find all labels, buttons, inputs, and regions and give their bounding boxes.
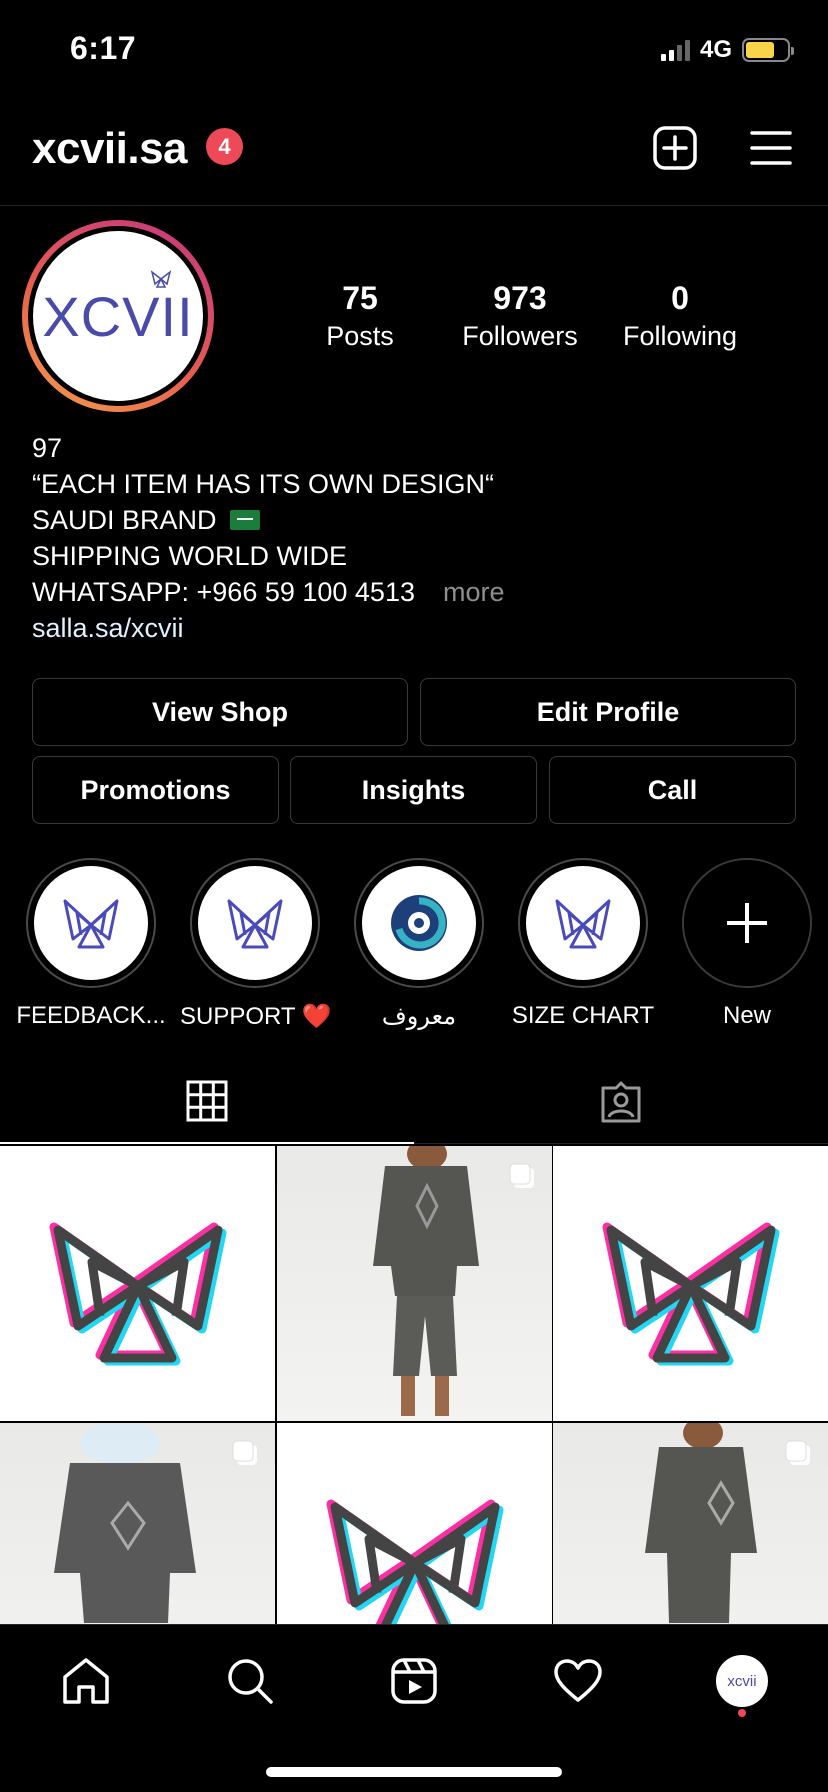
highlight-label: FEEDBACK... bbox=[16, 1002, 166, 1029]
nav-reels[interactable] bbox=[384, 1651, 444, 1711]
promotions-button[interactable]: Promotions bbox=[32, 756, 279, 824]
home-indicator[interactable] bbox=[266, 1767, 562, 1777]
nav-activity[interactable] bbox=[548, 1651, 608, 1711]
bio-more-link[interactable]: more bbox=[443, 577, 505, 607]
signal-icon bbox=[660, 39, 690, 61]
highlight-label: معروف bbox=[381, 1003, 457, 1030]
new-post-icon[interactable] bbox=[652, 125, 698, 171]
highlight-feedback[interactable]: FEEDBACK... bbox=[16, 858, 166, 1030]
highlight-size-chart[interactable]: SIZE CHART bbox=[508, 858, 658, 1030]
avatar-image: XCVII bbox=[33, 231, 203, 401]
battery-icon bbox=[742, 38, 794, 62]
menu-icon[interactable] bbox=[750, 129, 792, 167]
highlight-label: New bbox=[722, 1002, 771, 1029]
maroof-logo-icon bbox=[391, 895, 447, 951]
profile-tabs bbox=[0, 1060, 828, 1144]
bio-line: SHIPPING WORLD WIDE bbox=[32, 541, 348, 571]
butterfly-graphic bbox=[326, 1499, 504, 1624]
profile-stats: 75 Posts 973 Followers 0 Following bbox=[280, 280, 800, 352]
avatar-brand-text: XCVII bbox=[42, 284, 194, 348]
butterfly-graphic bbox=[602, 1222, 780, 1366]
bio-text: WHATSAPP: +966 59 100 4513 bbox=[32, 577, 415, 607]
post-thumbnail[interactable] bbox=[553, 1423, 828, 1624]
plus-icon bbox=[727, 903, 767, 943]
profile-bio: 97 “EACH ITEM HAS ITS OWN DESIGN“ SAUDI … bbox=[32, 430, 802, 646]
highlight-label: SIZE CHART bbox=[511, 1002, 655, 1029]
status-indicators: 4G bbox=[660, 36, 794, 64]
profile-name: 97 bbox=[32, 433, 63, 463]
post-thumbnail[interactable] bbox=[277, 1146, 552, 1421]
view-shop-button[interactable]: View Shop bbox=[32, 678, 408, 746]
highlight-label: SUPPORT ❤️ bbox=[180, 1003, 330, 1030]
account-switcher[interactable]: xcvii.sa bbox=[32, 124, 188, 174]
profile-avatar-icon: xcvii bbox=[716, 1655, 768, 1707]
reels-icon bbox=[391, 1658, 437, 1704]
stat-label: Followers bbox=[462, 321, 578, 351]
status-bar: 6:17 4G bbox=[0, 0, 828, 100]
nav-home[interactable] bbox=[56, 1651, 116, 1711]
butterfly-graphic bbox=[49, 1222, 227, 1366]
insights-button[interactable]: Insights bbox=[290, 756, 537, 824]
stat-followers[interactable]: 973 Followers bbox=[440, 280, 600, 352]
stat-number: 0 bbox=[671, 280, 689, 316]
saudi-flag-icon bbox=[230, 509, 261, 530]
call-button[interactable]: Call bbox=[549, 756, 796, 824]
profile-header: xcvii.sa 4 bbox=[0, 100, 828, 206]
nav-profile[interactable]: xcvii bbox=[712, 1651, 772, 1711]
search-icon bbox=[228, 1659, 273, 1704]
carousel-icon bbox=[509, 1163, 534, 1188]
stat-label: Posts bbox=[326, 321, 394, 351]
post-thumbnail[interactable] bbox=[0, 1146, 275, 1421]
butterfly-logo-icon bbox=[150, 270, 172, 288]
tab-posts-grid[interactable] bbox=[0, 1060, 414, 1144]
new-highlight-button[interactable]: New bbox=[672, 858, 822, 1030]
post-thumbnail[interactable] bbox=[553, 1146, 828, 1421]
edit-profile-button[interactable]: Edit Profile bbox=[420, 678, 796, 746]
post-thumbnail[interactable] bbox=[277, 1423, 552, 1624]
bio-line-brand: SAUDI BRAND bbox=[32, 502, 802, 538]
stat-label: Following bbox=[622, 321, 738, 351]
nav-avatar-text: xcvii bbox=[727, 1672, 757, 1690]
activity-dot bbox=[738, 1709, 746, 1717]
posts-grid bbox=[0, 1146, 828, 1624]
carousel-icon bbox=[785, 1440, 810, 1465]
post-thumbnail[interactable] bbox=[0, 1423, 275, 1624]
status-time: 6:17 bbox=[70, 30, 137, 66]
home-icon bbox=[63, 1658, 109, 1704]
carousel-icon bbox=[232, 1440, 257, 1465]
profile-avatar[interactable]: XCVII bbox=[22, 220, 214, 412]
highlight-support[interactable]: SUPPORT ❤️ bbox=[180, 858, 330, 1031]
grid-icon bbox=[186, 1080, 228, 1122]
website-link[interactable]: salla.sa/xcvii bbox=[32, 610, 802, 646]
butterfly-logo-icon bbox=[227, 899, 283, 949]
bottom-navigation: xcvii bbox=[0, 1624, 828, 1792]
notification-badge: 4 bbox=[206, 128, 243, 165]
tab-tagged[interactable] bbox=[414, 1060, 828, 1144]
stat-following[interactable]: 0 Following bbox=[600, 280, 760, 352]
nav-search[interactable] bbox=[220, 1651, 280, 1711]
stat-number: 75 bbox=[342, 280, 378, 316]
highlight-maroof[interactable]: معروف bbox=[344, 858, 494, 1031]
network-label: 4G bbox=[699, 36, 732, 63]
stat-number: 973 bbox=[493, 280, 547, 316]
tagged-icon bbox=[601, 1081, 641, 1122]
bio-text: SAUDI BRAND bbox=[32, 505, 217, 535]
heart-icon bbox=[554, 1659, 602, 1702]
stat-posts[interactable]: 75 Posts bbox=[280, 280, 440, 352]
butterfly-logo-icon bbox=[63, 899, 119, 949]
bio-line: “EACH ITEM HAS ITS OWN DESIGN“ bbox=[32, 469, 495, 499]
butterfly-logo-icon bbox=[555, 899, 611, 949]
bio-line-whatsapp: WHATSAPP: +966 59 100 4513 more bbox=[32, 574, 802, 610]
